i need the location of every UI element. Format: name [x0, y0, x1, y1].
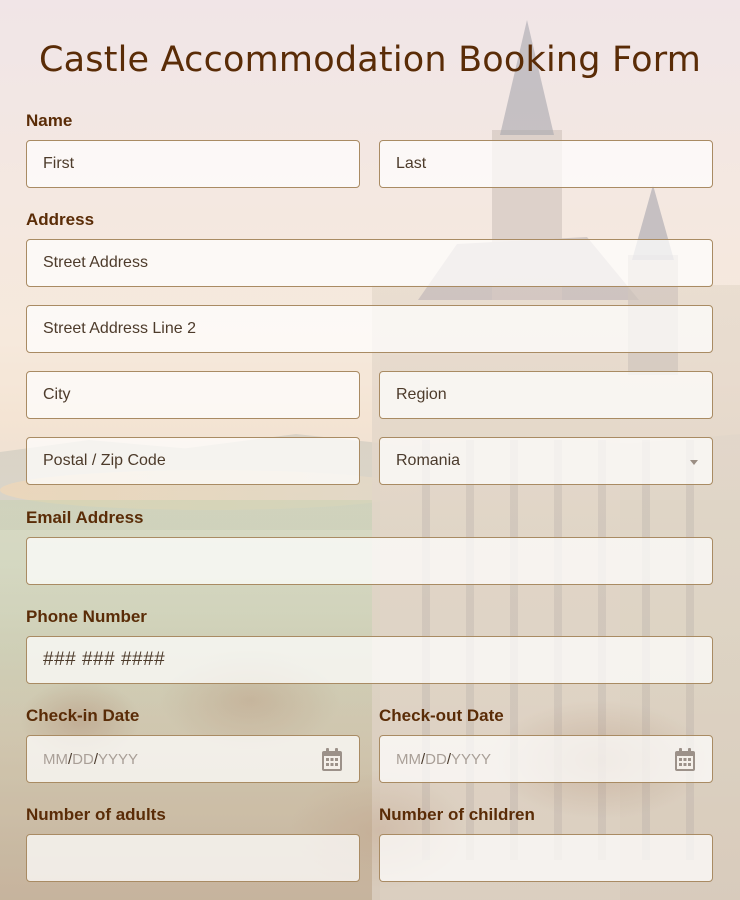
address-label: Address [26, 210, 95, 229]
checkout-label: Check-out Date [379, 706, 504, 725]
last-name-placeholder: Last [396, 155, 427, 172]
children-label: Number of children [379, 805, 535, 824]
name-label: Name [26, 111, 73, 130]
calendar-icon[interactable] [674, 748, 696, 772]
adults-input[interactable] [26, 834, 360, 882]
children-input[interactable] [379, 834, 713, 882]
checkout-year: YYYY [451, 750, 492, 768]
postal-code-input[interactable]: Postal / Zip Code [26, 437, 360, 485]
checkin-year: YYYY [98, 750, 139, 768]
street-address-placeholder: Street Address [43, 254, 148, 271]
first-name-input[interactable]: First [26, 140, 360, 188]
last-name-input[interactable]: Last [379, 140, 713, 188]
checkin-month: MM [43, 750, 68, 768]
adults-label: Number of adults [26, 805, 166, 824]
checkout-month: MM [396, 750, 421, 768]
country-select[interactable]: Romania [379, 437, 713, 485]
city-input[interactable]: City [26, 371, 360, 419]
street-address-line2-placeholder: Street Address Line 2 [43, 320, 196, 337]
phone-label: Phone Number [26, 607, 147, 626]
calendar-icon[interactable] [321, 748, 343, 772]
email-label: Email Address [26, 508, 144, 527]
checkin-label: Check-in Date [26, 706, 140, 725]
region-input[interactable]: Region [379, 371, 713, 419]
checkin-date-input[interactable]: MM/DD/YYYY [26, 735, 360, 783]
checkout-date-input[interactable]: MM/DD/YYYY [379, 735, 713, 783]
region-placeholder: Region [396, 386, 447, 403]
checkout-date-placeholder: MM/DD/YYYY [396, 751, 491, 768]
booking-form: Castle Accommodation Booking Form Name F… [0, 0, 740, 900]
street-address-input[interactable]: Street Address [26, 239, 713, 287]
email-input[interactable] [26, 537, 713, 585]
checkin-date-placeholder: MM/DD/YYYY [43, 751, 138, 768]
phone-input[interactable]: ### ### #### [26, 636, 713, 684]
postal-code-placeholder: Postal / Zip Code [43, 452, 166, 469]
first-name-placeholder: First [43, 155, 75, 172]
country-selected-value: Romania [396, 452, 461, 469]
phone-placeholder: ### ### #### [43, 649, 166, 670]
chevron-down-icon [690, 460, 698, 465]
checkout-day: DD [425, 750, 447, 768]
form-title: Castle Accommodation Booking Form [38, 40, 701, 80]
checkin-day: DD [72, 750, 94, 768]
street-address-line2-input[interactable]: Street Address Line 2 [26, 305, 713, 353]
city-placeholder: City [43, 386, 71, 403]
